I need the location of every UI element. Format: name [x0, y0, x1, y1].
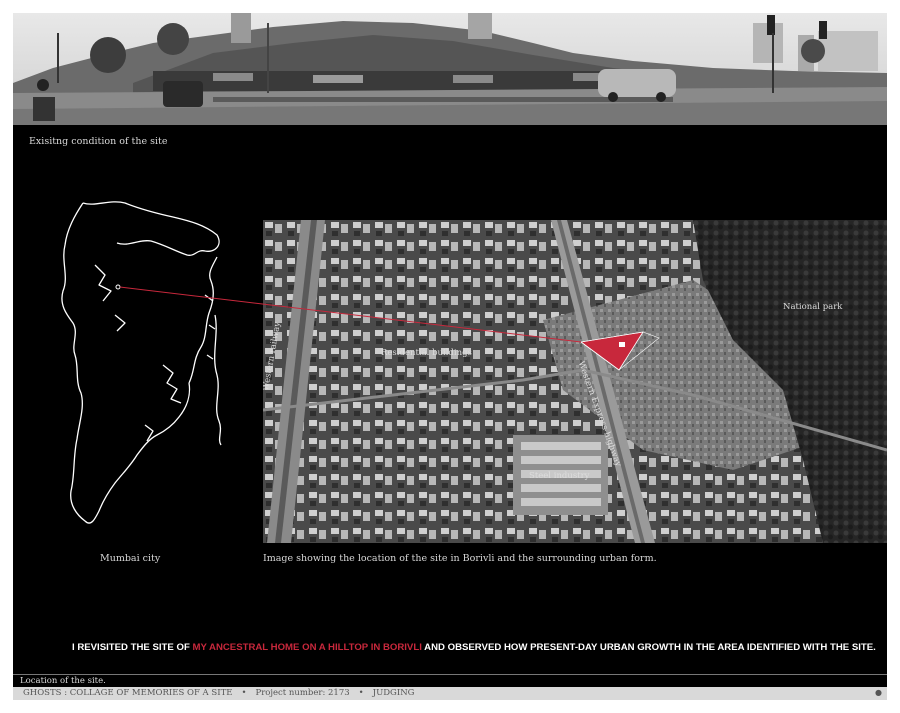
footer-separator: • [358, 688, 364, 698]
statement-part1: I REVISITED THE SITE OF [72, 642, 193, 653]
location-caption: Location of the site. [20, 676, 106, 686]
footer-status: JUDGING [372, 688, 415, 698]
aerial-image: National park Residential buildings Stee… [263, 220, 887, 543]
statement-text: I REVISITED THE SITE OF MY ANCESTRAL HOM… [72, 642, 876, 653]
location-caption-bar: Location of the site. [13, 674, 887, 687]
footer-dot-icon: ● [875, 688, 882, 697]
footer-title: GHOSTS : COLLAGE OF MEMORIES OF A SITE [23, 688, 233, 698]
footer-separator: • [241, 688, 247, 698]
statement-part2: AND OBSERVED HOW PRESENT-DAY URBAN GROWT… [421, 642, 876, 653]
existing-condition-caption: Exisitng condition of the site [29, 136, 168, 147]
mumbai-outline-map [61, 201, 222, 524]
panorama-photo [13, 13, 887, 125]
footer-project: Project number: 2173 [255, 688, 350, 698]
mumbai-city-label: Mumbai city [100, 553, 161, 564]
footer-bar: GHOSTS : COLLAGE OF MEMORIES OF A SITE • P… [13, 687, 887, 700]
residential-label: Residential buildings [381, 348, 472, 358]
national-park-label: National park [783, 302, 843, 312]
steel-industry-label: Steel industry [529, 471, 590, 481]
statement-highlight: MY ANCESTRAL HOME ON A HILLTOP IN BORIVL… [192, 642, 422, 653]
aerial-caption: Image showing the location of the site i… [263, 553, 657, 564]
footer-text: GHOSTS : COLLAGE OF MEMORIES OF A SITE • P… [23, 688, 414, 698]
